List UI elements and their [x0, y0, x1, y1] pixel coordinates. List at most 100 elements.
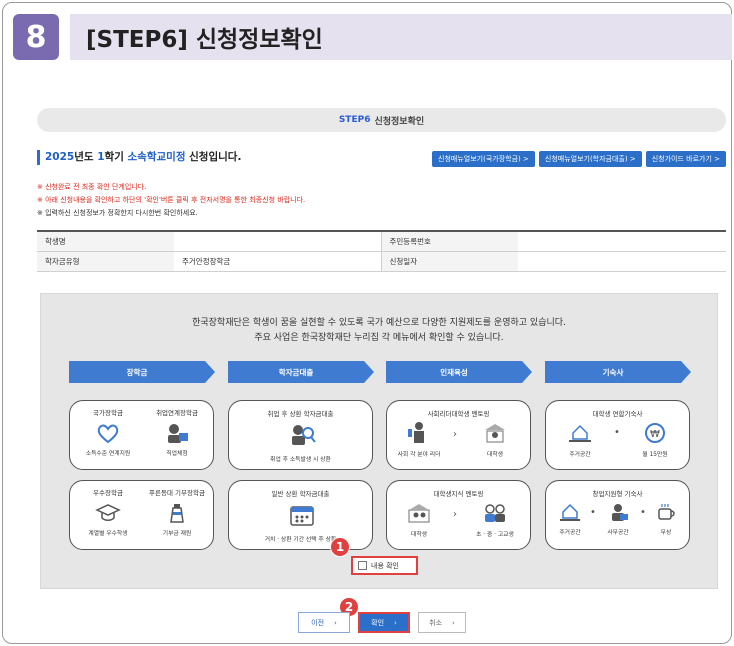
- card-title: 사회리더대학생 멘토링: [427, 410, 490, 418]
- guide-link-button[interactable]: 신청가이드 바로가기 >: [645, 151, 726, 167]
- card-dormitory-1: 대학생 연합기숙사 주거공간 • ₩ 월 15만원: [545, 400, 690, 470]
- resident-number-label: 주민등록번호: [381, 231, 518, 252]
- item-caption: 초 · 중 · 고교생: [476, 532, 514, 538]
- card-title: 대학생 연합기숙사: [592, 410, 643, 418]
- calendar-icon: [290, 506, 314, 526]
- card-title: 대학생지식 멘토링: [433, 490, 484, 498]
- free-item: 무상: [644, 501, 688, 536]
- money-cycle-icon: ₩: [645, 423, 665, 443]
- heart-hands-icon: [97, 424, 119, 444]
- step-title: [STEP6] 신청정보확인: [70, 14, 732, 60]
- card-loan-1: 취업 후 상환 학자금대출 취업 후 소득발생 시 상환: [228, 400, 373, 470]
- item-caption: 대학생: [487, 452, 503, 458]
- column-header-loan: 학자금대출: [228, 361, 374, 383]
- cancel-label: 취소: [429, 618, 443, 627]
- cancel-button[interactable]: 취소 ›: [418, 612, 466, 633]
- national-scholarship-item: 국가장학금 소득수준 연계지원: [76, 407, 140, 457]
- job-search-icon: [292, 425, 316, 445]
- item-label: 국가장학금: [93, 409, 123, 417]
- item-label: 푸른등대 기부장학금: [149, 489, 205, 497]
- leader-item: 사회 각 분야 리더: [395, 421, 443, 458]
- column-header-scholarship: 장학금: [69, 361, 215, 383]
- intro-text: 한국장학재단은 학생이 꿈을 실현할 수 있도록 국가 예산으로 다양한 지원제…: [41, 316, 717, 346]
- chevron-right-icon: ›: [334, 618, 337, 627]
- manual-scholarship-button[interactable]: 신청매뉴얼보기(국가장학금) >: [432, 151, 535, 167]
- house-hand-icon: [569, 424, 591, 442]
- campus-icon: [408, 504, 430, 523]
- notice-item: ※ 입력하신 신청정보가 정확한지 다시한번 확인하세요.: [37, 209, 198, 217]
- student-item: 대학생: [469, 421, 521, 458]
- term-mid1: 년도: [74, 151, 98, 163]
- apply-date-label: 신청일자: [381, 251, 518, 272]
- item-caption: 주거공간: [569, 452, 591, 458]
- item-caption: 사회 각 분야 리더: [397, 452, 441, 458]
- notice-list: ※ 신청완료 전 최종 확인 단계입니다. ※ 아래 신청내용을 확인하고 하단…: [37, 181, 726, 220]
- university-icon: [485, 424, 505, 443]
- content-confirm-checkbox[interactable]: 내용 확인: [351, 556, 418, 575]
- startup-housing-item: 주거공간: [548, 501, 592, 536]
- step-marker-1: 1: [330, 537, 350, 557]
- card-talent-1: 사회리더대학생 멘토링 사회 각 분야 리더 › 대학생: [386, 400, 531, 470]
- mentee-item: 초 · 중 · 고교생: [469, 501, 521, 538]
- merit-scholarship-item: 우수장학금 계열별 우수학생: [76, 487, 140, 537]
- intro-line: 한국장학재단은 학생이 꿈을 실현할 수 있도록 국가 예산으로 다양한 지원제…: [192, 318, 566, 328]
- term-year: 2025: [45, 151, 75, 163]
- dot-separator: •: [614, 427, 620, 438]
- card-caption: 거치 · 상환 기간 선택 후 상환: [264, 537, 337, 543]
- worker-icon: [168, 424, 188, 443]
- term-text: 2025년도 1학기 소속학교미정 신청입니다.: [37, 150, 241, 165]
- term-mid2: 학기: [104, 151, 128, 163]
- item-caption: 직업체험: [166, 451, 188, 457]
- term-row: 2025년도 1학기 소속학교미정 신청입니다. 신청매뉴얼보기(국가장학금) …: [37, 150, 726, 168]
- page-header-step: STEP6: [338, 115, 371, 125]
- card-loan-2: 일반 상환 학자금대출 거치 · 상환 기간 선택 후 상환: [228, 480, 373, 550]
- card-talent-2: 대학생지식 멘토링 대학생 › 초 · 중 · 고교생: [386, 480, 531, 550]
- column-header-dormitory: 기숙사: [545, 361, 691, 383]
- resident-number-value: [518, 231, 726, 252]
- item-caption: 월 15만원: [642, 452, 668, 458]
- office-item: 사무공간: [596, 501, 640, 536]
- item-caption: 사무공간: [607, 530, 629, 536]
- item-label: 취업연계장학금: [156, 409, 198, 417]
- mentor-student-item: 대학생: [395, 501, 443, 538]
- office-worker-icon: [612, 504, 628, 521]
- apply-date-value: [518, 251, 726, 272]
- svg-text:₩: ₩: [650, 429, 660, 440]
- card-title: 창업지원형 기숙사: [592, 490, 643, 498]
- program-info-panel: 한국장학재단은 학생이 꿈을 실현할 수 있도록 국가 예산으로 다양한 지원제…: [40, 293, 718, 589]
- checkbox-box[interactable]: [358, 561, 367, 570]
- page-header: STEP6 신청정보확인: [37, 108, 726, 132]
- chevron-right-icon: ›: [394, 618, 397, 627]
- card-scholarship-2: 우수장학금 계열별 우수학생 푸른등대 기부장학금 기부금 재원: [69, 480, 214, 550]
- lighthouse-icon: [170, 504, 184, 523]
- confirm-button[interactable]: 확인 ›: [358, 612, 410, 633]
- notice-item: ※ 신청완료 전 최종 확인 단계입니다.: [37, 183, 147, 191]
- item-caption: 무상: [660, 530, 672, 536]
- arrow-separator: ›: [453, 509, 457, 520]
- bottom-button-group: 이전 › 확인 › 취소 ›: [298, 612, 466, 633]
- manual-loan-button[interactable]: 신청매뉴얼보기(학자금대출) >: [538, 151, 642, 167]
- confirm-label: 확인: [371, 618, 385, 627]
- card-title: 일반 상환 학자금대출: [271, 490, 330, 498]
- student-name-value: [174, 231, 382, 252]
- chevron-right-icon: ›: [452, 618, 455, 627]
- children-icon: [485, 504, 505, 522]
- item-label: 우수장학금: [93, 489, 123, 497]
- item-caption: 소득수준 연계지원: [85, 451, 131, 457]
- card-title: 취업 후 상환 학자금대출: [267, 410, 334, 418]
- prev-button[interactable]: 이전 ›: [298, 612, 350, 633]
- aid-type-value: 주거안정장학금: [174, 251, 382, 272]
- coffee-cup-icon: [658, 504, 675, 520]
- arrow-separator: ›: [453, 429, 457, 440]
- leader-icon: [408, 422, 424, 443]
- term-school: 소속학교미정: [127, 151, 186, 163]
- item-caption: 주거공간: [559, 530, 581, 536]
- card-scholarship-1: 국가장학금 소득수준 연계지원 취업연계장학금 직업체험: [69, 400, 214, 470]
- prev-label: 이전: [311, 618, 325, 627]
- table-row: 학생명 주민등록번호: [37, 231, 726, 252]
- page-header-title: 신청정보확인: [374, 116, 425, 127]
- guide-buttons: 신청매뉴얼보기(국가장학금) > 신청매뉴얼보기(학자금대출) > 신청가이드 …: [432, 151, 726, 167]
- aid-type-label: 학자금유형: [37, 251, 174, 272]
- item-caption: 계열별 우수학생: [88, 531, 128, 537]
- term-suffix: 신청입니다.: [185, 151, 242, 163]
